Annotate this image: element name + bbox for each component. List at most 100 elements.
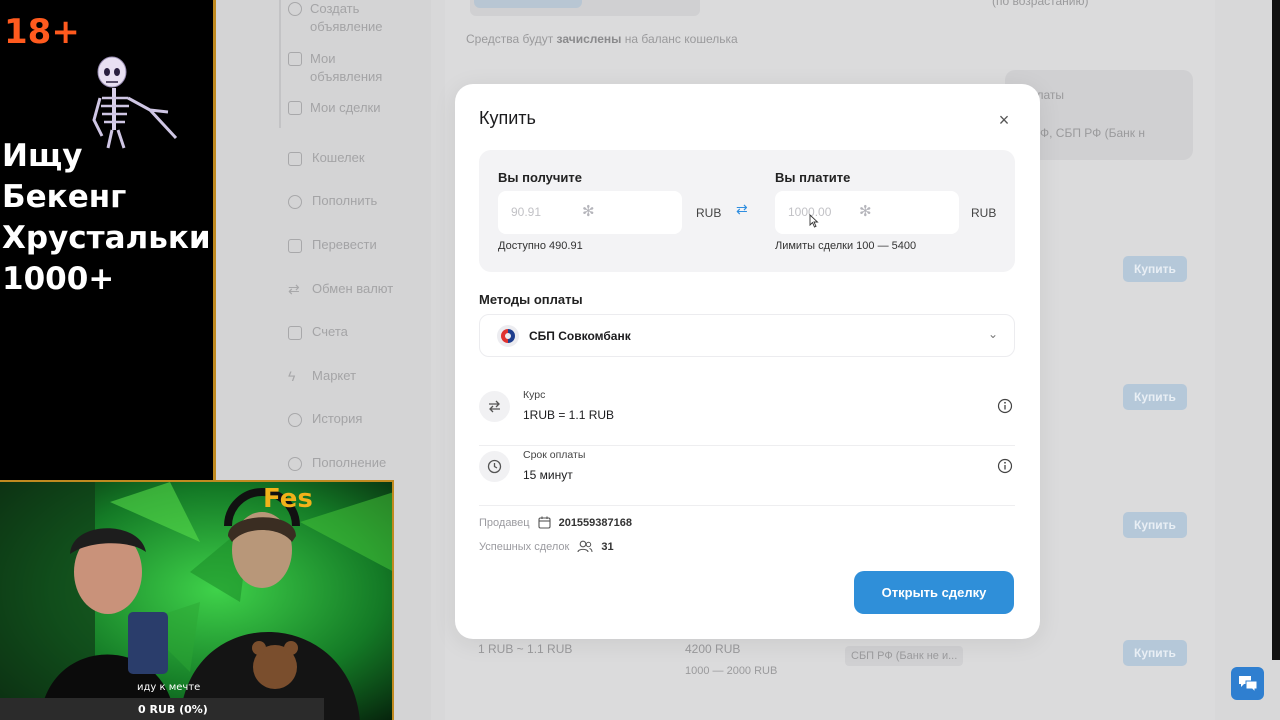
payment-methods-title: Методы оплаты — [479, 292, 583, 307]
skeleton-icon — [92, 56, 178, 149]
bank-logo-icon — [497, 325, 519, 347]
age-badge: 18+ — [4, 12, 80, 52]
accounts-icon — [288, 326, 302, 340]
seller-row: Продавец 201559387168 — [479, 516, 632, 529]
sidebar-item-create-ad[interactable]: Создать объявление — [288, 0, 398, 36]
buy-modal: Купить × Вы получите 90.91 ✻ RUB Доступн… — [455, 84, 1040, 639]
swap-icon[interactable]: ⇄ — [736, 201, 748, 218]
rate-label: Курс — [523, 389, 546, 401]
modal-title: Купить — [479, 108, 536, 128]
listing-amount: 4200 RUB — [685, 642, 741, 656]
payment-method-select[interactable]: СБП Совкомбанк ⌄ — [479, 314, 1015, 357]
users-icon — [577, 540, 593, 553]
open-deal-button[interactable]: Открыть сделку — [854, 571, 1014, 614]
chevron-down-icon: ⌄ — [987, 327, 998, 341]
payment-term-row: Срок оплаты 15 минут — [479, 446, 1015, 506]
rate-value: 1RUB = 1.1 RUB — [523, 408, 615, 422]
receive-amount-value: 90.91 — [511, 205, 542, 219]
payment-filter-value[interactable]: Ф, СБП РФ (Банк н — [1040, 126, 1145, 140]
sidebar-item-wallet[interactable]: Кошелек — [288, 149, 408, 167]
successful-deals-row: Успешных сделок 31 — [479, 540, 614, 553]
exchange-icon: ⇄ — [288, 281, 300, 297]
chat-button[interactable] — [1231, 667, 1264, 700]
receive-label: Вы получите — [498, 170, 583, 185]
sidebar-item-market[interactable]: ϟ Маркет — [288, 367, 408, 385]
exchange-rate-glyph — [489, 400, 500, 413]
top-up-history-icon — [288, 457, 302, 471]
listing-limits: 1000 — 2000 RUB — [685, 665, 778, 677]
clock-icon — [479, 451, 510, 482]
bank-icon — [288, 239, 302, 253]
exchange-box: Вы получите 90.91 ✻ RUB Доступно 490.91 … — [479, 150, 1015, 272]
webcam-caption: иду к мечте — [137, 682, 201, 693]
deal-limits: Лимиты сделки 100 — 5400 — [775, 240, 917, 252]
listing-rate: 1 RUB ~ 1.1 RUB — [478, 642, 573, 656]
promo-line: Ищу Бекенг — [2, 138, 127, 215]
sort-note: (по возрастанию) — [992, 0, 1089, 8]
sidebar-item-top-up[interactable]: Пополнить — [288, 192, 408, 210]
sidebar-item-label: Мои объявления — [310, 51, 383, 84]
pay-label: Вы платите — [775, 170, 851, 185]
sidebar-item-label: Обмен валют — [312, 281, 394, 296]
sidebar-item-label: Пополнить — [312, 193, 378, 208]
promo-text: Ищу Бекенг Хрустальки 1000+ — [2, 136, 216, 300]
webcam-feed: Fes иду к мечте 0 RUB (0%) — [0, 480, 394, 720]
background-active-tab — [474, 0, 582, 8]
successful-deals-label: Успешных сделок — [479, 540, 570, 553]
lightning-icon: ϟ — [288, 368, 296, 384]
payment-method-name: СБП Совкомбанк — [529, 329, 631, 343]
seller-id: 201559387168 — [558, 516, 632, 529]
chat-icon — [1239, 676, 1258, 693]
seller-label: Продавец — [479, 516, 530, 529]
available-balance: Доступно 490.91 — [498, 240, 583, 252]
sidebar-item-history[interactable]: История — [288, 410, 408, 428]
sidebar-item-label: Перевести — [312, 237, 377, 252]
credit-note-suffix: на баланс кошелька — [621, 32, 738, 46]
pay-amount-field[interactable]: 1000.00 ✻ — [775, 191, 959, 234]
info-icon[interactable] — [997, 458, 1013, 474]
promo-line: 1000+ — [2, 261, 115, 297]
promo-line: Хрустальки — [2, 220, 211, 256]
streamer-name: Fes — [263, 484, 313, 514]
info-icon[interactable] — [997, 398, 1013, 414]
credit-note-bold: зачислены — [556, 32, 622, 46]
sidebar-item-my-deals[interactable]: Мои сделки — [288, 99, 398, 117]
rate-row: Курс 1RUB = 1.1 RUB — [479, 386, 1015, 446]
stream-overlay-panel: 18+ Ищу Бекенг Хрустальки 1000+ — [0, 0, 216, 480]
receive-amount-field[interactable]: 90.91 ✻ — [498, 191, 682, 234]
listing-method-chip: СБП РФ (Банк не и... — [845, 646, 964, 666]
document-icon — [288, 101, 302, 115]
sidebar-item-label: Маркет — [312, 368, 357, 383]
buy-button[interactable]: Купить — [1123, 640, 1187, 666]
sidebar-item-label: Счета — [312, 324, 348, 339]
payment-term-value: 15 минут — [523, 468, 573, 482]
history-icon — [288, 413, 302, 427]
buy-button[interactable]: Купить — [1123, 512, 1187, 538]
sidebar-item-top-up-history[interactable]: Пополнение — [288, 454, 408, 472]
wallet-icon — [288, 152, 302, 166]
sidebar-item-accounts[interactable]: Счета — [288, 323, 408, 341]
calendar-icon — [538, 516, 551, 529]
sidebar-item-label: Мои сделки — [310, 100, 381, 115]
donation-goal-bar: 0 RUB (0%) — [0, 698, 324, 720]
buy-button[interactable]: Купить — [1123, 384, 1187, 410]
sidebar-item-label: История — [312, 411, 363, 426]
clock-glyph — [487, 459, 502, 474]
pay-currency: RUB — [971, 206, 997, 220]
right-edge-bar — [1272, 0, 1280, 660]
sidebar-item-currency-exchange[interactable]: ⇄ Обмен валют — [288, 280, 408, 298]
exchange-rate-icon — [479, 391, 510, 422]
credit-note: Средства будут зачислены на баланс кошел… — [466, 32, 738, 46]
sidebar-item-transfer[interactable]: Перевести — [288, 236, 408, 254]
spinner-icon: ✻ — [582, 203, 595, 220]
bank-logo-mark — [501, 329, 515, 343]
mouse-cursor-icon — [809, 214, 819, 228]
sidebar-item-label: Кошелек — [312, 150, 365, 165]
spinner-icon: ✻ — [859, 203, 872, 220]
buy-button[interactable]: Купить — [1123, 256, 1187, 282]
sidebar-item-label: Пополнение — [312, 455, 387, 470]
close-icon[interactable]: × — [995, 111, 1013, 129]
sidebar-item-my-ads[interactable]: Мои объявления — [288, 50, 398, 86]
sidebar-subnav-line — [279, 0, 281, 128]
receive-currency: RUB — [696, 206, 722, 220]
